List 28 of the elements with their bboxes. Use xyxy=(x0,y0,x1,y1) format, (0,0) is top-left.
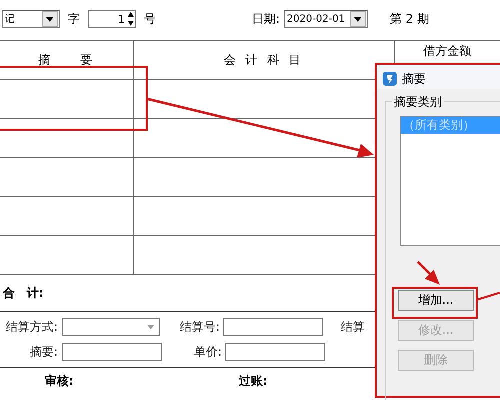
dialog-button[interactable]: 增加... xyxy=(398,290,474,311)
word-label: 字 xyxy=(68,10,80,28)
unit-price-label: 单价: xyxy=(192,344,222,360)
date-dropdown[interactable]: 2020-02-01 xyxy=(284,10,368,28)
settlement-date-label: 结算 xyxy=(341,318,365,336)
number-label: 号 xyxy=(144,10,156,28)
posting-label: 过账: xyxy=(238,372,268,390)
period-label: 第 2 期 xyxy=(390,10,430,28)
column-header: 摘 要 xyxy=(38,52,94,68)
totals-label: 合 计: xyxy=(3,284,44,302)
settlement-number-label: 结算号: xyxy=(178,318,220,336)
dialog-title: 摘要 xyxy=(402,70,426,88)
date-label: 日期: xyxy=(252,10,280,28)
app-icon xyxy=(383,72,397,86)
settlement-method-dropdown[interactable] xyxy=(62,318,160,336)
settlement-method-label: 结算方式: xyxy=(4,318,58,336)
unit-price-field[interactable] xyxy=(225,343,325,361)
review-label: 审核: xyxy=(45,372,74,390)
column-header: 借方金额 xyxy=(424,43,472,60)
summary-field[interactable] xyxy=(62,343,162,361)
summary-label: 摘要: xyxy=(28,344,58,360)
spinner-arrows-icon xyxy=(127,11,135,27)
settlement-number-field[interactable] xyxy=(223,318,323,336)
voucher-type-dropdown[interactable]: 记 xyxy=(2,10,60,28)
arrow xyxy=(417,261,440,285)
number-spinner[interactable]: 1 xyxy=(88,10,136,28)
group-label: 摘要类别 xyxy=(392,94,444,111)
column-header: 会 计 科 目 xyxy=(224,52,304,68)
